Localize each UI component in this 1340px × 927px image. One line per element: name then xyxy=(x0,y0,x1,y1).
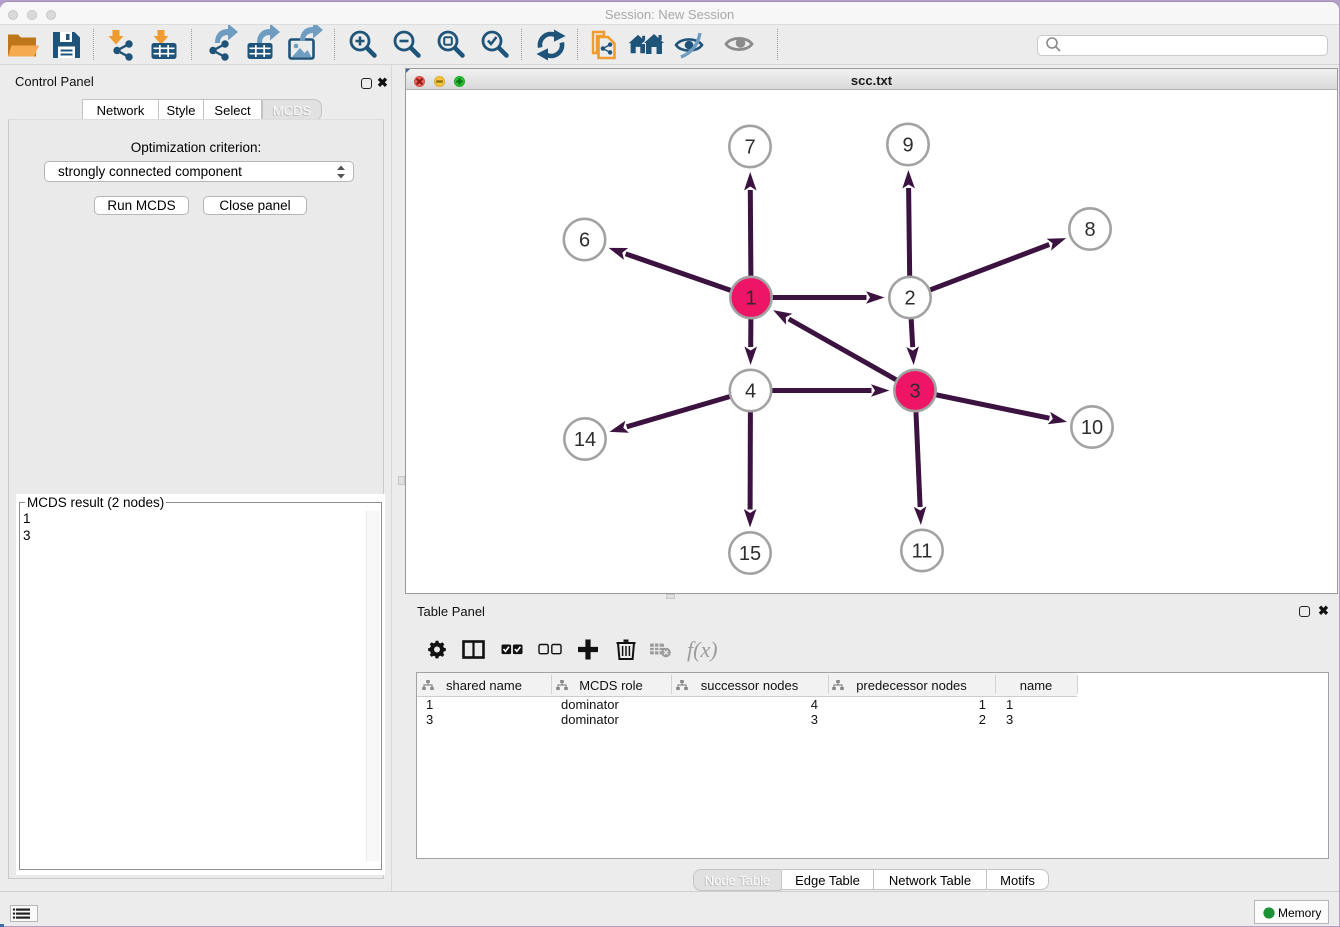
svg-text:1: 1 xyxy=(745,288,756,310)
svg-text:11: 11 xyxy=(912,541,933,563)
svg-text:f(x): f(x) xyxy=(687,637,718,662)
svg-text:4: 4 xyxy=(745,381,756,403)
svg-text:6: 6 xyxy=(579,230,590,252)
svg-text:7: 7 xyxy=(744,137,755,159)
svg-text:8: 8 xyxy=(1084,219,1095,241)
svg-text:10: 10 xyxy=(1081,417,1103,439)
svg-text:14: 14 xyxy=(574,429,596,451)
svg-text:15: 15 xyxy=(739,543,761,565)
svg-text:9: 9 xyxy=(902,135,913,157)
svg-text:3: 3 xyxy=(909,381,920,403)
svg-text:2: 2 xyxy=(904,288,915,310)
